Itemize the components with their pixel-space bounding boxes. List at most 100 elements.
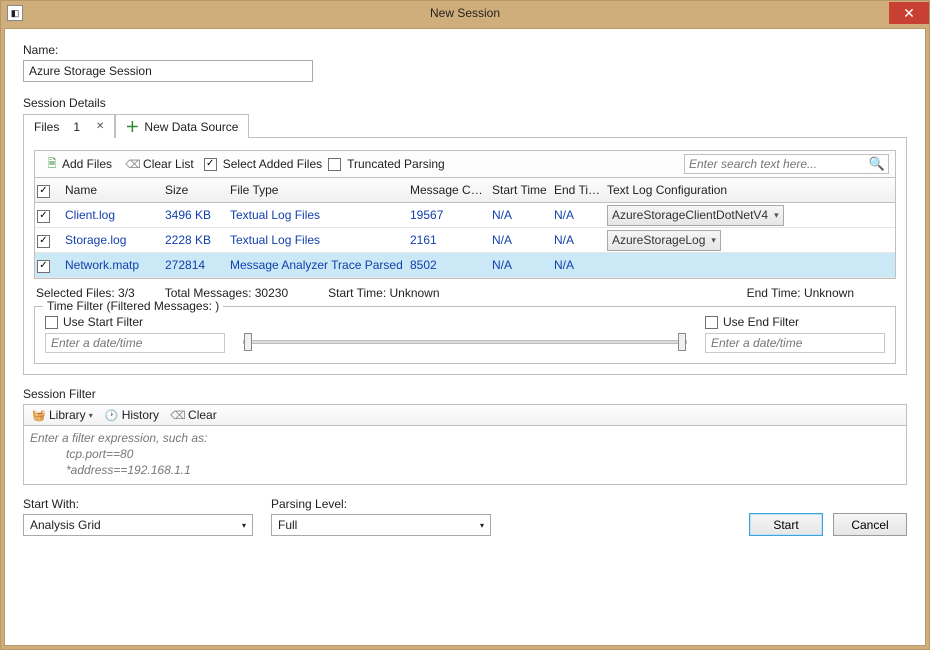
cell-count: 2161: [408, 233, 490, 247]
table-row[interactable]: Client.log3496 KBTextual Log Files19567N…: [35, 203, 895, 228]
files-toolbar: 🗎 Add Files ⌫ Clear List Select Added Fi…: [34, 150, 896, 177]
status-end-time: End Time: Unknown: [747, 286, 854, 300]
row-checkbox[interactable]: [37, 235, 50, 248]
use-end-filter-checkbox[interactable]: [705, 316, 718, 329]
files-grid: Name Size File Type Message Count Start …: [34, 177, 896, 279]
tab-new-source-label: New Data Source: [144, 120, 238, 134]
col-size[interactable]: Size: [163, 183, 228, 197]
time-filter-group: Time Filter (Filtered Messages: ) Use St…: [34, 306, 896, 364]
session-filter-toolbar: 🧺 Library ▾ 🕑 History ⌫ Clear: [23, 404, 907, 425]
cell-size: 3496 KB: [163, 208, 228, 222]
header-checkbox[interactable]: [37, 185, 50, 198]
library-icon: 🧺: [32, 408, 46, 422]
status-selected-files: Selected Files: 3/3: [36, 286, 135, 300]
tab-close-icon[interactable]: ✕: [96, 121, 104, 132]
chevron-down-icon: ▾: [711, 235, 716, 246]
library-button[interactable]: 🧺 Library ▾: [28, 407, 97, 423]
row-checkbox[interactable]: [37, 210, 50, 223]
cell-name: Network.matp: [63, 258, 163, 272]
start-time-input[interactable]: [45, 333, 225, 353]
grid-header: Name Size File Type Message Count Start …: [35, 178, 895, 203]
name-label: Name:: [23, 43, 907, 57]
cell-end: N/A: [552, 233, 605, 247]
close-button[interactable]: ✕: [889, 2, 929, 24]
app-icon: ◧: [7, 5, 23, 21]
history-button[interactable]: 🕑 History: [101, 407, 163, 423]
end-time-input[interactable]: [705, 333, 885, 353]
table-row[interactable]: Network.matp272814Message Analyzer Trace…: [35, 253, 895, 278]
cell-conf: AzureStorageClientDotNetV4▾: [605, 205, 895, 226]
table-row[interactable]: Storage.log2228 KBTextual Log Files2161N…: [35, 228, 895, 253]
chevron-down-icon: ▾: [242, 521, 246, 530]
add-files-icon: 🗎: [45, 157, 59, 171]
parsing-level-dropdown[interactable]: Full ▾: [271, 514, 491, 536]
clear-filter-button[interactable]: ⌫ Clear: [167, 407, 221, 423]
truncated-parsing-label: Truncated Parsing: [347, 157, 445, 171]
search-icon[interactable]: 🔍: [866, 156, 888, 172]
cell-conf: AzureStorageLog▾: [605, 230, 895, 251]
use-end-filter-label: Use End Filter: [723, 315, 799, 329]
col-name[interactable]: Name: [63, 183, 163, 197]
start-with-label: Start With:: [23, 497, 253, 511]
tab-files[interactable]: Files 1 ✕: [23, 114, 115, 138]
window: ◧ New Session ✕ Name: Session Details Fi…: [0, 0, 930, 650]
cancel-button[interactable]: Cancel: [833, 513, 907, 536]
slider-thumb-start[interactable]: [244, 333, 252, 351]
search-box: 🔍: [684, 154, 889, 174]
col-start[interactable]: Start Time: [490, 183, 552, 197]
clear-icon: ⌫: [171, 408, 185, 422]
chevron-down-icon: ▾: [480, 521, 484, 530]
cell-type: Message Analyzer Trace Parsed: [228, 258, 408, 272]
name-input[interactable]: [23, 60, 313, 82]
cell-type: Textual Log Files: [228, 233, 408, 247]
row-checkbox[interactable]: [37, 260, 50, 273]
truncated-parsing-checkbox[interactable]: [328, 158, 341, 171]
tab-new-data-source[interactable]: ＋ New Data Source: [115, 114, 249, 138]
cell-count: 19567: [408, 208, 490, 222]
client-area: Name: Session Details Files 1 ✕ ＋ New Da…: [4, 28, 926, 646]
window-title: New Session: [1, 6, 929, 20]
status-total-messages: Total Messages: 30230: [165, 286, 288, 300]
text-log-config-dropdown[interactable]: AzureStorageLog▾: [607, 230, 721, 251]
cell-end: N/A: [552, 258, 605, 272]
cell-name: Client.log: [63, 208, 163, 222]
cell-end: N/A: [552, 208, 605, 222]
parsing-level-label: Parsing Level:: [271, 497, 491, 511]
eraser-icon: ⌫: [126, 157, 140, 171]
cell-size: 2228 KB: [163, 233, 228, 247]
col-count[interactable]: Message Count: [408, 183, 490, 197]
use-start-filter-label: Use Start Filter: [63, 315, 143, 329]
start-button[interactable]: Start: [749, 513, 823, 536]
text-log-config-dropdown[interactable]: AzureStorageClientDotNetV4▾: [607, 205, 784, 226]
session-details-label: Session Details: [23, 96, 907, 110]
chevron-down-icon: ▾: [89, 411, 93, 420]
clear-list-button[interactable]: ⌫ Clear List: [122, 156, 198, 172]
time-slider[interactable]: [243, 340, 687, 344]
status-start-time: Start Time: Unknown: [328, 286, 439, 300]
cell-start: N/A: [490, 233, 552, 247]
tab-files-count: 1: [73, 120, 80, 134]
select-added-files-label: Select Added Files: [223, 157, 322, 171]
cell-type: Textual Log Files: [228, 208, 408, 222]
use-start-filter-checkbox[interactable]: [45, 316, 58, 329]
col-end[interactable]: End Time: [552, 183, 605, 197]
col-type[interactable]: File Type: [228, 183, 408, 197]
bottom-row: Start With: Analysis Grid ▾ Parsing Leve…: [23, 497, 907, 536]
session-filter-input[interactable]: Enter a filter expression, such as: tcp.…: [23, 425, 907, 485]
time-filter-legend: Time Filter (Filtered Messages: ): [43, 299, 223, 313]
col-conf[interactable]: Text Log Configuration: [605, 183, 895, 197]
start-with-dropdown[interactable]: Analysis Grid ▾: [23, 514, 253, 536]
cell-start: N/A: [490, 208, 552, 222]
tabs: Files 1 ✕ ＋ New Data Source: [23, 113, 907, 138]
cell-size: 272814: [163, 258, 228, 272]
select-added-files-checkbox[interactable]: [204, 158, 217, 171]
search-input[interactable]: [685, 157, 866, 171]
slider-thumb-end[interactable]: [678, 333, 686, 351]
cell-start: N/A: [490, 258, 552, 272]
add-files-button[interactable]: 🗎 Add Files: [41, 156, 116, 172]
session-filter-label: Session Filter: [23, 387, 907, 401]
files-panel: 🗎 Add Files ⌫ Clear List Select Added Fi…: [23, 138, 907, 375]
tab-files-label: Files: [34, 120, 59, 134]
plus-icon: ＋: [126, 121, 138, 133]
titlebar: ◧ New Session ✕: [1, 1, 929, 25]
